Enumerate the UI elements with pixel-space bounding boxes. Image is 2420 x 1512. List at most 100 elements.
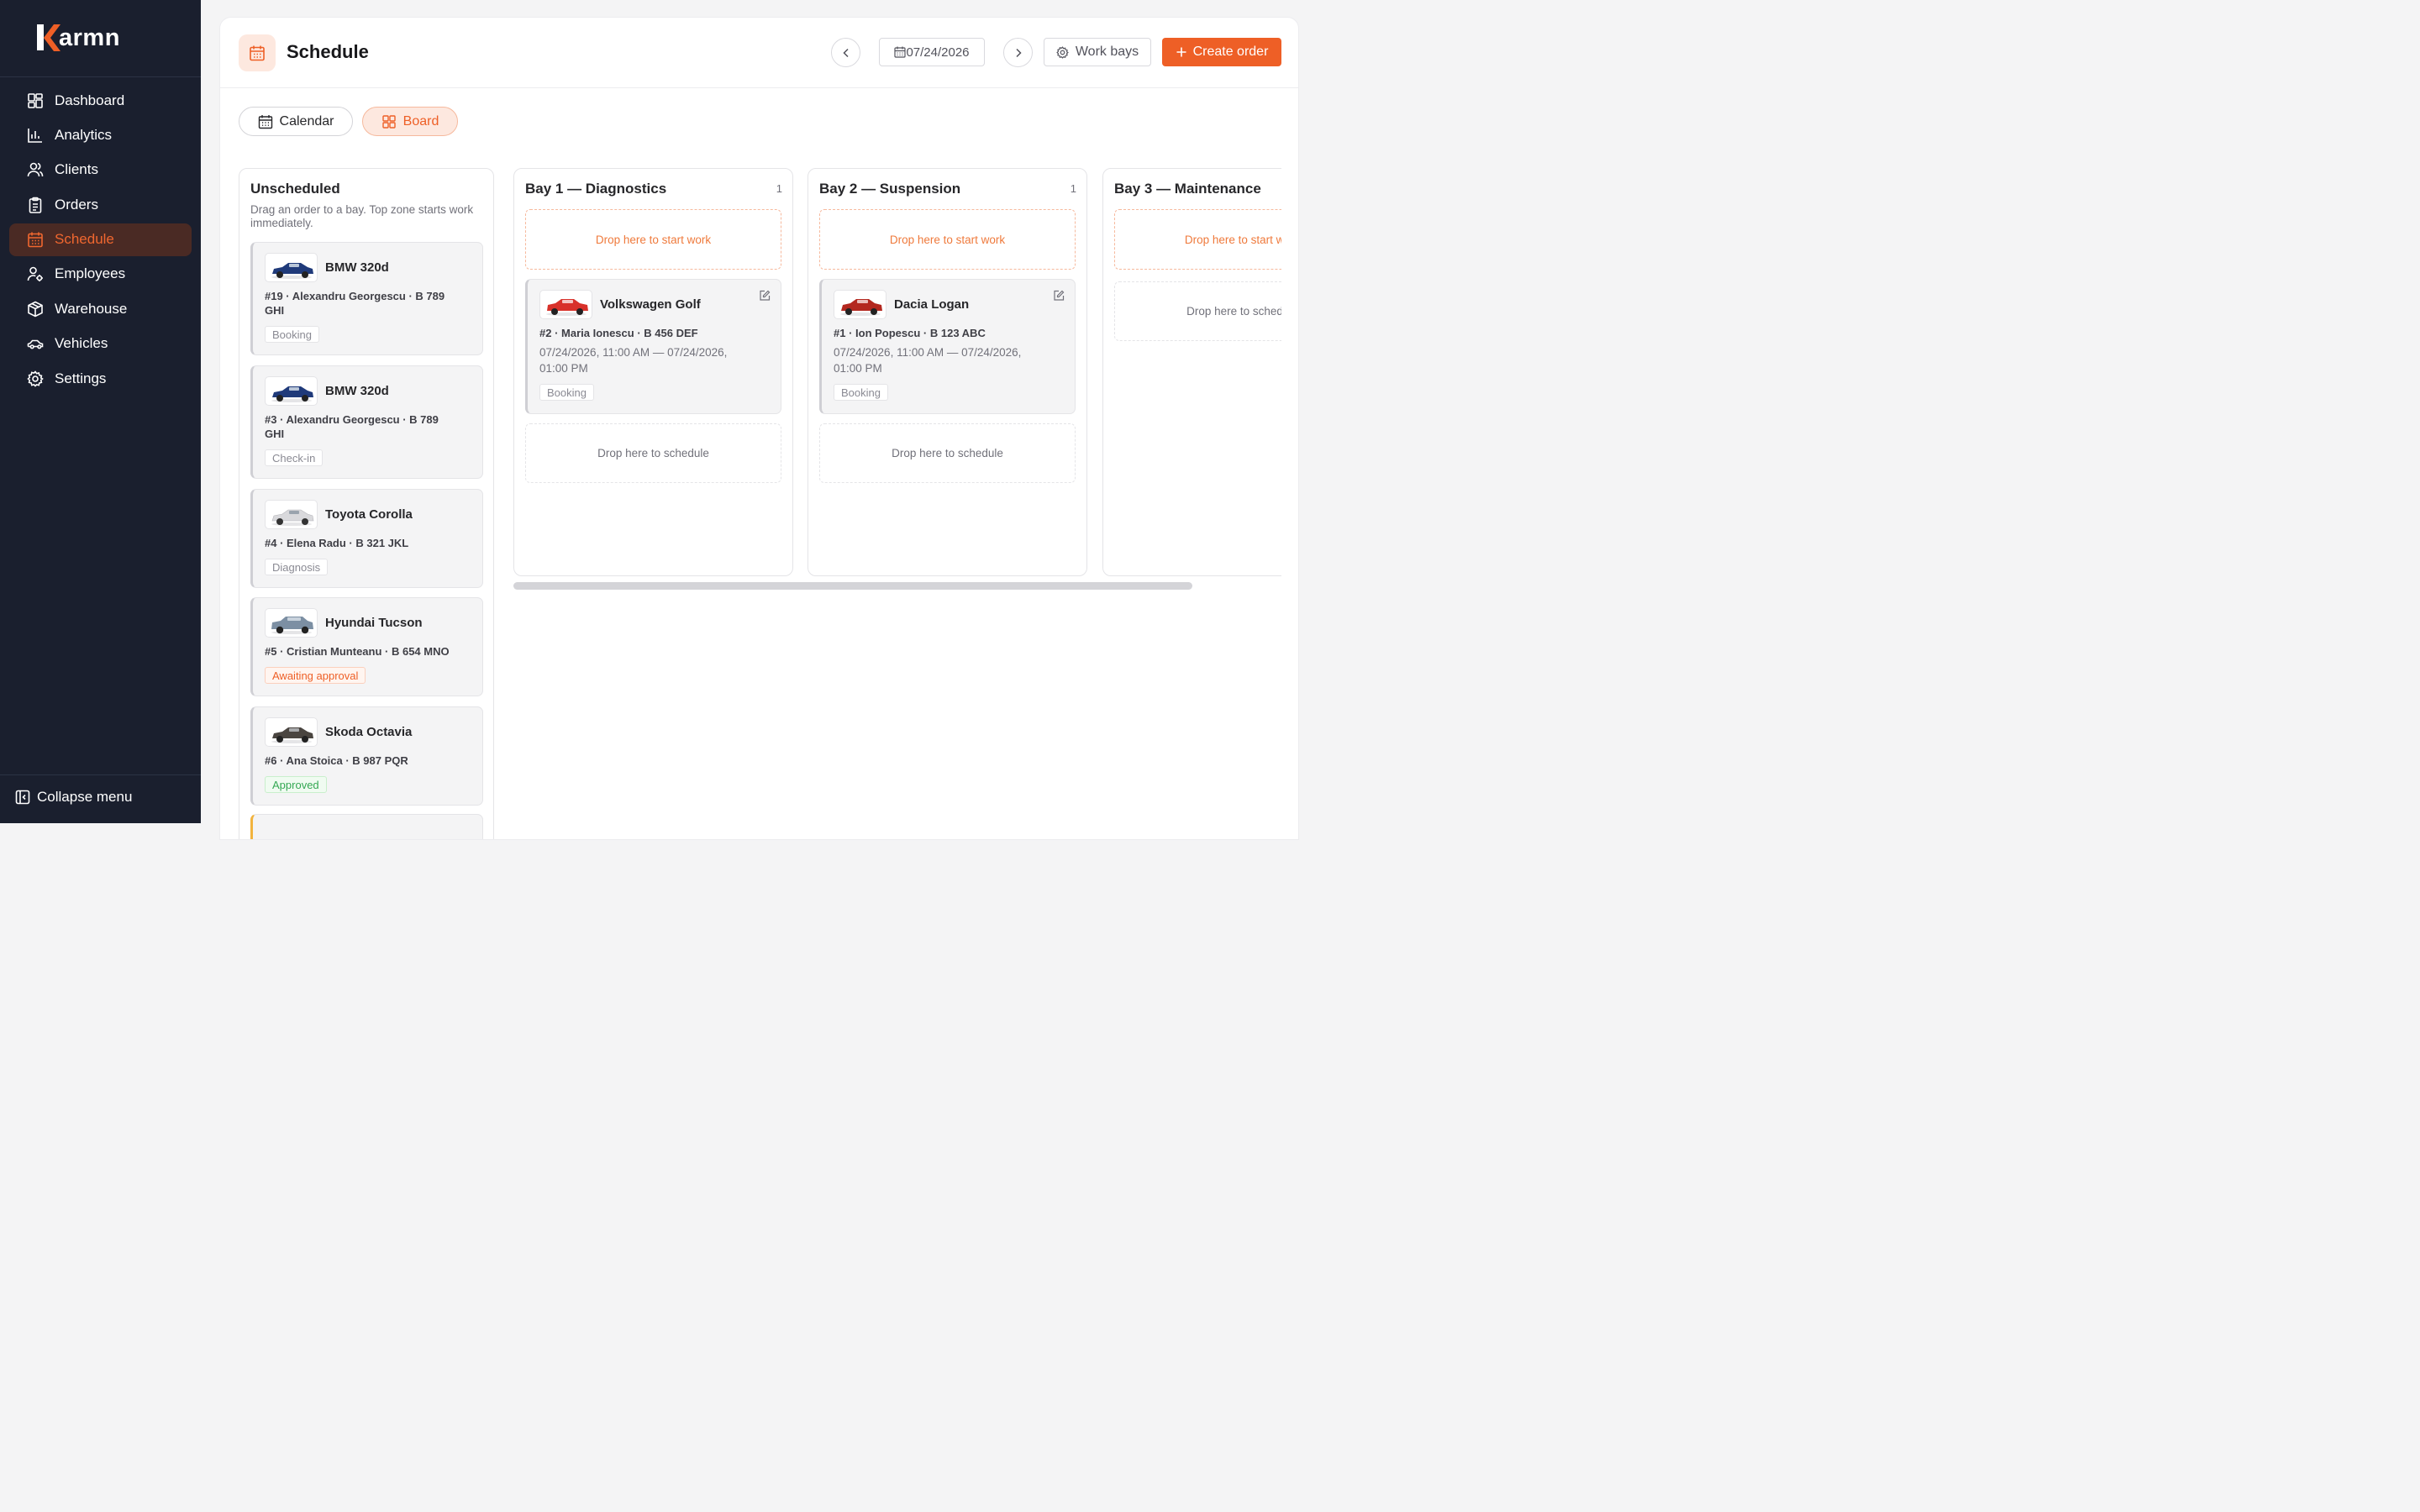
edit-icon[interactable] (1053, 290, 1065, 302)
status-badge: Approved (265, 776, 327, 793)
status-badge: Booking (265, 326, 319, 343)
dashboard-icon (27, 92, 44, 109)
clipboard-icon (27, 197, 44, 213)
order-card[interactable]: Volkswagen Golf #2 · Maria Ionescu · B 4… (525, 279, 781, 414)
sidebar-item-label: Warehouse (55, 300, 128, 317)
card-order-info: #2 · Maria Ionescu · B 456 DEF (539, 327, 698, 339)
status-badge: Diagnosis (265, 559, 329, 575)
start-work-dropzone[interactable]: Drop here to start work (525, 209, 781, 270)
bay-column: Bay 3 — Maintenance Drop here to start w… (1102, 168, 1281, 576)
board-view-button[interactable]: Board (362, 107, 458, 136)
edit-icon[interactable] (759, 290, 771, 302)
car-thumbnail (265, 376, 318, 406)
brand-logo[interactable]: armn (35, 22, 120, 54)
order-card[interactable]: BMW 320d #19 · Alexandru Georgescu · B 7… (250, 242, 483, 355)
start-work-dropzone[interactable]: Drop here to start work (1114, 209, 1281, 270)
schedule-dropzone[interactable]: Drop here to schedule (1114, 281, 1281, 341)
card-order-info: #3 · Alexandru Georgescu · B 789 GHI (265, 413, 439, 440)
main-panel: Schedule 07/24/2026 Work bays Create ord… (219, 17, 1299, 840)
sidebar-item-label: Analytics (55, 126, 113, 143)
bar-chart-icon (27, 127, 44, 144)
card-car-name: Toyota Corolla (325, 507, 413, 522)
column-title: Unscheduled (250, 181, 340, 197)
card-order-info: #6 · Ana Stoica · B 987 PQR (265, 754, 408, 767)
order-card[interactable]: BMW 320d #3 · Alexandru Georgescu · B 78… (250, 365, 483, 479)
card-time-range: 07/24/2026, 11:00 AM — 07/24/2026, 01:00… (834, 346, 1022, 375)
schedule-dropzone[interactable]: Drop here to schedule (525, 423, 781, 483)
column-title: Bay 3 — Maintenance (1114, 181, 1261, 197)
sidebar-divider (0, 774, 201, 775)
sidebar-item-label: Schedule (55, 231, 114, 248)
user-gear-icon (27, 265, 44, 282)
column-title: Bay 2 — Suspension (819, 181, 961, 197)
horizontal-scrollbar[interactable] (513, 582, 1192, 590)
sidebar-item-employees[interactable]: Employees (9, 258, 192, 291)
bays-scroll-area[interactable]: Bay 1 — Diagnostics 1 Drop here to start… (513, 18, 1281, 839)
bay-column: Bay 2 — Suspension 1 Drop here to start … (808, 168, 1087, 576)
card-car-name: Skoda Octavia (325, 725, 413, 739)
card-time-range: 07/24/2026, 11:00 AM — 07/24/2026, 01:00… (539, 346, 728, 375)
unscheduled-column: Unscheduled Drag an order to a bay. Top … (239, 168, 494, 839)
car-icon (27, 335, 44, 352)
brand-name: armn (59, 24, 120, 51)
column-description: Drag an order to a bay. Top zone starts … (250, 203, 474, 229)
status-badge: Awaiting approval (265, 667, 366, 684)
order-card[interactable] (250, 814, 483, 839)
sidebar-item-schedule[interactable]: Schedule (9, 223, 192, 256)
sidebar-item-vehicles[interactable]: Vehicles (9, 328, 192, 360)
sidebar: armn Dashboard Analytics Clients Orders … (0, 0, 201, 823)
grid-icon (381, 114, 397, 129)
box-icon (27, 301, 44, 318)
users-icon (27, 161, 44, 178)
order-card[interactable]: Skoda Octavia #6 · Ana Stoica · B 987 PQ… (250, 706, 483, 806)
car-thumbnail (539, 290, 592, 319)
sidebar-nav: Dashboard Analytics Clients Orders Sched… (9, 84, 192, 397)
car-thumbnail (265, 500, 318, 529)
car-thumbnail (834, 290, 886, 319)
status-badge: Booking (834, 384, 888, 401)
sidebar-item-label: Orders (55, 196, 98, 213)
status-badge: Check-in (265, 449, 324, 466)
schedule-page-icon (239, 34, 276, 71)
status-badge: Booking (539, 384, 594, 401)
card-order-info: #1 · Ion Popescu · B 123 ABC (834, 327, 986, 339)
gear-icon (27, 370, 44, 387)
sidebar-item-label: Settings (55, 370, 107, 386)
card-car-name: Dacia Logan (894, 297, 970, 312)
column-title: Bay 1 — Diagnostics (525, 181, 667, 197)
column-count: 1 (776, 182, 782, 195)
calendar-view-button[interactable]: Calendar (239, 107, 353, 136)
order-card[interactable]: Hyundai Tucson #5 · Cristian Munteanu · … (250, 597, 483, 696)
sidebar-item-warehouse[interactable]: Warehouse (9, 292, 192, 325)
board-view-label: Board (402, 113, 439, 129)
card-order-info: #5 · Cristian Munteanu · B 654 MNO (265, 645, 450, 658)
sidebar-item-label: Dashboard (55, 92, 125, 108)
car-thumbnail (265, 253, 318, 282)
sidebar-item-analytics[interactable]: Analytics (9, 118, 192, 151)
sidebar-item-clients[interactable]: Clients (9, 154, 192, 186)
calendar-icon (258, 114, 273, 129)
card-car-name: BMW 320d (325, 260, 389, 275)
calendar-icon (27, 231, 44, 248)
logo-k-icon (37, 24, 60, 51)
card-order-info: #4 · Elena Radu · B 321 JKL (265, 537, 409, 549)
collapse-menu-button[interactable]: Collapse menu (15, 789, 132, 806)
sidebar-item-label: Vehicles (55, 335, 108, 352)
car-thumbnail (265, 608, 318, 638)
card-order-info: #19 · Alexandru Georgescu · B 789 GHI (265, 290, 445, 317)
card-car-name: Hyundai Tucson (325, 616, 423, 630)
calendar-view-label: Calendar (279, 113, 334, 129)
start-work-dropzone[interactable]: Drop here to start work (819, 209, 1076, 270)
schedule-dropzone[interactable]: Drop here to schedule (819, 423, 1076, 483)
bay-column: Bay 1 — Diagnostics 1 Drop here to start… (513, 168, 793, 576)
order-card[interactable]: Dacia Logan #1 · Ion Popescu · B 123 ABC… (819, 279, 1076, 414)
sidebar-item-dashboard[interactable]: Dashboard (9, 84, 192, 117)
sidebar-item-orders[interactable]: Orders (9, 188, 192, 221)
sidebar-item-label: Clients (55, 161, 98, 178)
order-card[interactable]: Toyota Corolla #4 · Elena Radu · B 321 J… (250, 489, 483, 588)
card-car-name: Volkswagen Golf (600, 297, 701, 312)
column-count: 1 (1070, 182, 1076, 195)
sidebar-item-label: Employees (55, 265, 126, 282)
car-thumbnail (265, 717, 318, 747)
sidebar-item-settings[interactable]: Settings (9, 362, 192, 395)
